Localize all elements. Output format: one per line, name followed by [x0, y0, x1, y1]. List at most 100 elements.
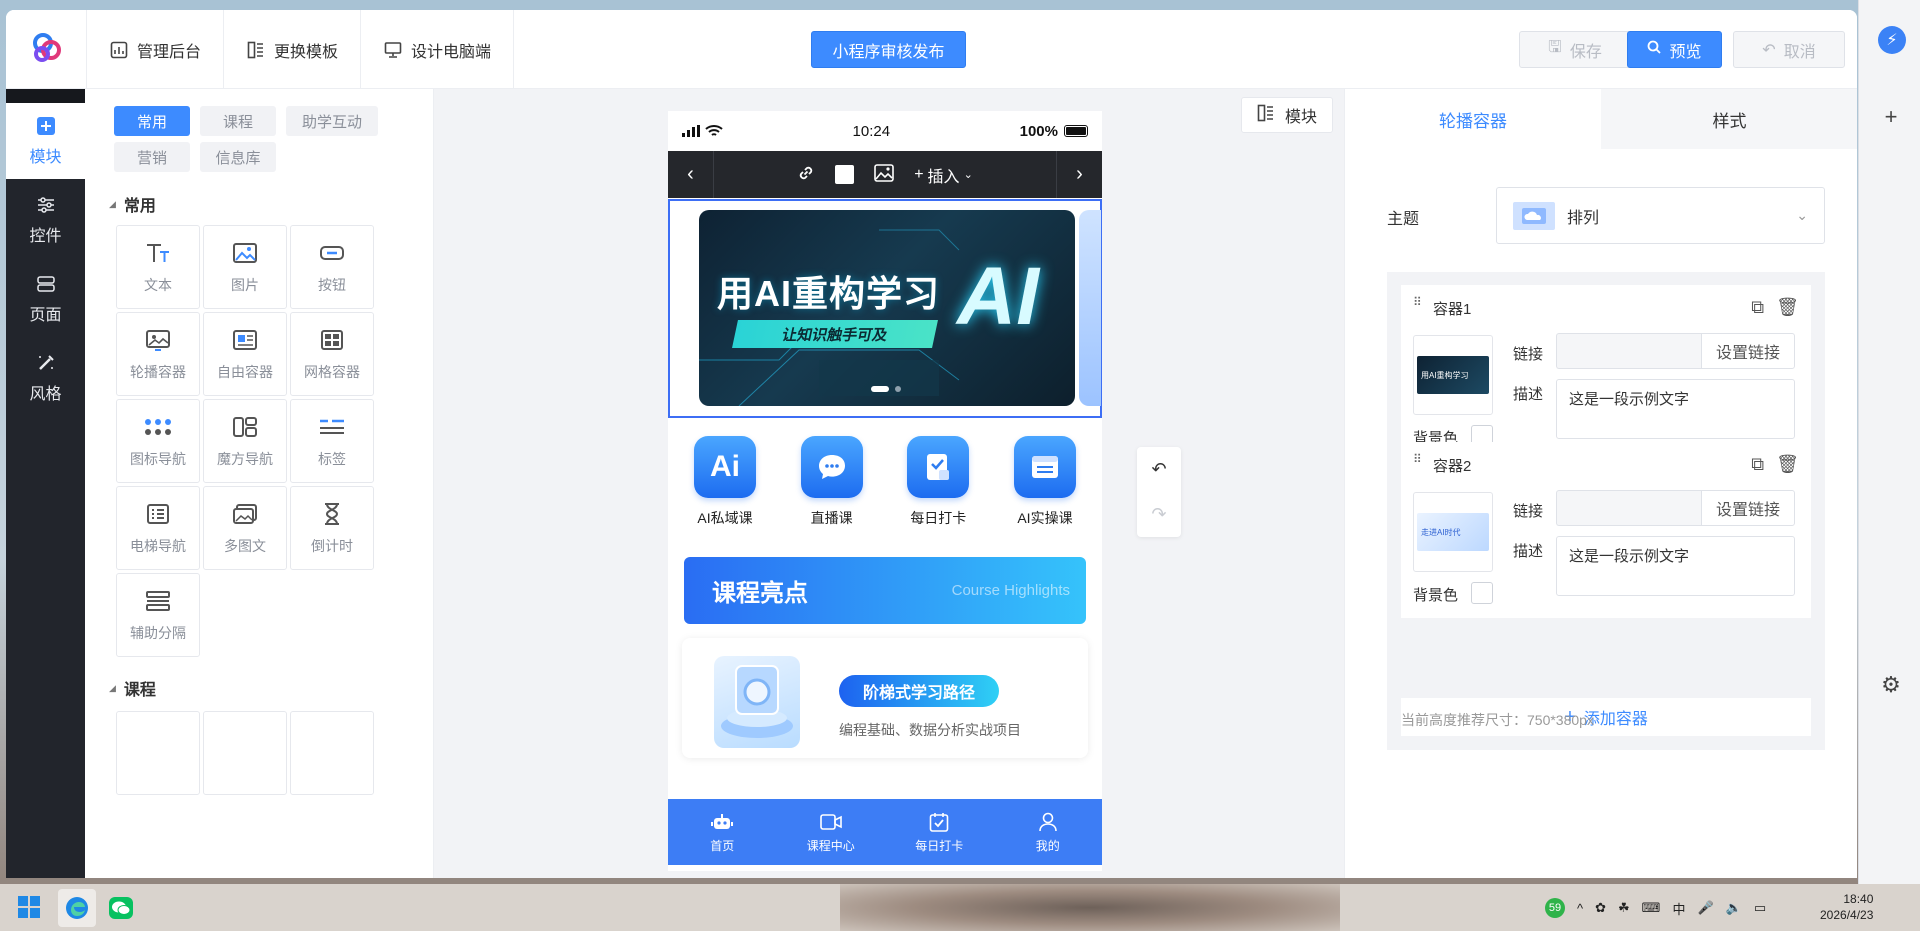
tile-course-3[interactable]	[290, 711, 374, 795]
rail-item-style[interactable]: 风格	[6, 340, 85, 416]
windows-start-icon[interactable]	[18, 896, 40, 918]
battery-icon[interactable]: ▭	[1754, 900, 1766, 916]
section-course-title[interactable]: ◢ 课程	[109, 676, 156, 700]
tab-style[interactable]: 样式	[1601, 89, 1857, 149]
copy-icon[interactable]: ⧉	[1751, 454, 1764, 475]
tile-multi-image[interactable]: 多图文	[203, 486, 287, 570]
link-input[interactable]	[1556, 333, 1701, 369]
volume-icon[interactable]: 🔈	[1726, 900, 1742, 916]
nav-admin[interactable]: 管理后台	[86, 10, 223, 89]
desc-textarea[interactable]: 这是一段示例文字	[1556, 536, 1795, 596]
desc-textarea[interactable]: 这是一段示例文字	[1556, 379, 1795, 439]
tab-mine-label: 我的	[1035, 838, 1060, 853]
wechat-icon[interactable]	[102, 889, 140, 927]
tile-course-2[interactable]	[203, 711, 287, 795]
tile-elevator-nav[interactable]: 电梯导航	[116, 486, 200, 570]
link-input[interactable]	[1556, 490, 1701, 526]
system-clock[interactable]: 18:40 2026/4/23	[1820, 891, 1873, 923]
edge-browser-icon[interactable]	[58, 889, 96, 927]
battery-level: 100%	[1019, 122, 1058, 140]
tray-app-icon[interactable]: ✿	[1595, 900, 1606, 916]
tile-divider[interactable]: 辅助分隔	[116, 573, 200, 657]
cancel-button[interactable]: ↶ 取消	[1733, 31, 1845, 68]
icon-nav-checkin[interactable]: 每日打卡	[897, 436, 979, 528]
tile-countdown[interactable]: 倒计时	[290, 486, 374, 570]
color-swatch[interactable]	[835, 165, 855, 184]
tab-mine[interactable]: 我的	[994, 799, 1103, 865]
trash-icon[interactable]: 🗑	[1776, 454, 1799, 475]
course-card[interactable]: 阶梯式学习路径 编程基础、数据分析实战项目	[682, 638, 1088, 758]
container-image[interactable]: 用AI重构学习	[1413, 335, 1493, 415]
tab-daily-checkin[interactable]: 每日打卡	[885, 799, 994, 865]
container-image[interactable]: 走进AI时代	[1413, 492, 1493, 572]
redo-button[interactable]: ↷	[1137, 492, 1181, 537]
tile-cube-nav[interactable]: 魔方导航	[203, 399, 287, 483]
nav-change-template[interactable]: 更换模板	[223, 10, 360, 89]
copilot-icon[interactable]: ⚡	[1878, 26, 1906, 54]
chevron-right-icon[interactable]: ›	[1056, 151, 1102, 198]
nav-design-desktop[interactable]: 设计电脑端	[360, 10, 515, 89]
tile-free-container[interactable]: 自由容器	[203, 312, 287, 396]
tile-free-container-label: 自由容器	[217, 364, 273, 380]
tile-grid-container[interactable]: 网格容器	[290, 312, 374, 396]
container-thumb: 用AI重构学习	[1417, 356, 1489, 394]
set-link-button[interactable]: 设置链接	[1701, 490, 1795, 526]
chip-marketing[interactable]: 营销	[114, 142, 190, 172]
icon-nav-ai-private[interactable]: Ai AI私域课	[684, 436, 766, 528]
tray-app-icon[interactable]: ☘	[1618, 900, 1630, 916]
set-link-button[interactable]: 设置链接	[1701, 333, 1795, 369]
carousel-banner[interactable]: 用AI重构学习 让知识触手可及 AI	[699, 210, 1075, 406]
drag-handle-icon[interactable]: ⠿	[1413, 453, 1423, 474]
image-icon[interactable]	[874, 164, 895, 185]
chip-common[interactable]: 常用	[114, 106, 190, 136]
tab-course-center[interactable]: 课程中心	[777, 799, 886, 865]
mic-icon[interactable]: 🎤	[1697, 900, 1713, 916]
tile-carousel[interactable]: 轮播容器	[116, 312, 200, 396]
carousel-container-selected[interactable]: 用AI重构学习 让知识触手可及 AI	[668, 199, 1102, 418]
section-common-title[interactable]: ◢ 常用	[109, 192, 156, 216]
carousel-next-slide[interactable]	[1079, 210, 1101, 406]
rail-item-pages[interactable]: 页面	[6, 261, 85, 337]
copy-icon[interactable]: ⧉	[1751, 297, 1764, 318]
keyboard-icon[interactable]: ⌨	[1642, 900, 1661, 916]
add-icon[interactable]: +	[1878, 104, 1904, 130]
publish-button[interactable]: 小程序审核发布	[811, 31, 966, 68]
chip-info-library[interactable]: 信息库	[200, 142, 276, 172]
bg-color-picker[interactable]	[1471, 582, 1493, 604]
tray-expand-icon[interactable]: ^	[1577, 901, 1583, 916]
theme-select[interactable]: 排列 ⌄	[1496, 187, 1825, 244]
tile-course-1[interactable]	[116, 711, 200, 795]
icon-nav-live[interactable]: 直播课	[791, 436, 873, 528]
insert-menu[interactable]: + 插入 ⌄	[914, 163, 973, 187]
icon-nav-ai-practice[interactable]: AI实操课	[1004, 436, 1086, 528]
carousel-dot[interactable]	[871, 386, 889, 392]
trash-icon[interactable]: 🗑	[1776, 297, 1799, 318]
course-highlights-banner[interactable]: 课程亮点 Course Highlights	[684, 557, 1086, 624]
save-button[interactable]: 🖫 保存	[1519, 31, 1631, 68]
tile-text[interactable]: 文本	[116, 225, 200, 309]
tray-badge[interactable]: 59	[1545, 898, 1565, 918]
tile-icon-nav[interactable]: 图标导航	[116, 399, 200, 483]
rail-item-modules[interactable]: 模块	[6, 103, 85, 179]
settings-icon[interactable]: ⚙	[1878, 672, 1904, 698]
drag-handle-icon[interactable]: ⠿	[1413, 296, 1423, 317]
app-logo[interactable]	[26, 27, 68, 69]
chevron-left-icon[interactable]: ‹	[668, 151, 714, 198]
rail-item-controls[interactable]: 控件	[6, 182, 85, 258]
link-icon[interactable]	[797, 164, 815, 185]
module-button[interactable]: 模块	[1241, 97, 1333, 133]
chip-course[interactable]: 课程	[200, 106, 276, 136]
chip-interaction[interactable]: 助学互动	[286, 106, 378, 136]
save-label: 保存	[1569, 43, 1602, 61]
tile-tag[interactable]: 标签	[290, 399, 374, 483]
carousel-dot[interactable]	[895, 386, 901, 392]
undo-button[interactable]: ↶	[1137, 447, 1181, 492]
tile-button[interactable]: 按钮	[290, 225, 374, 309]
tab-carousel-container[interactable]: 轮播容器	[1345, 89, 1601, 149]
tile-image[interactable]: 图片	[203, 225, 287, 309]
history-controls: ↶ ↷	[1137, 447, 1181, 537]
rail-label-pages: 页面	[29, 307, 62, 324]
ime-indicator[interactable]: 中	[1672, 899, 1685, 918]
preview-button[interactable]: 预览	[1627, 31, 1722, 68]
tab-home[interactable]: 首页	[668, 799, 777, 865]
